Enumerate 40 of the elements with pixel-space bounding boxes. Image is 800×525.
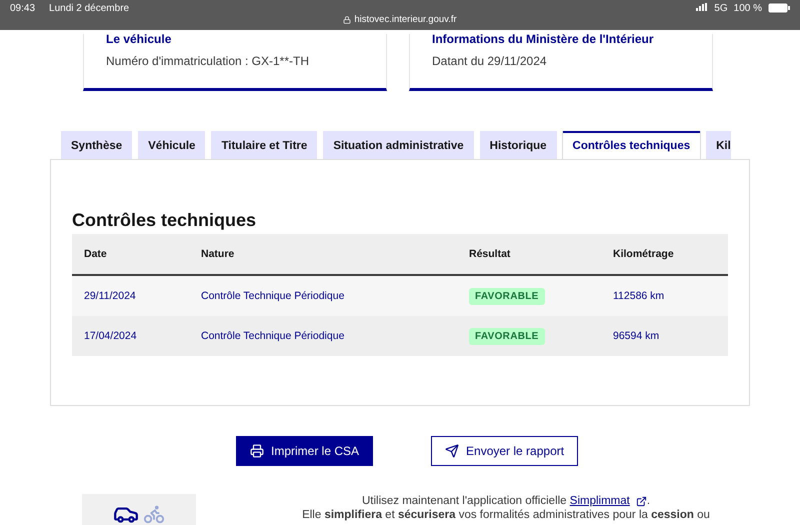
- date-text: Lundi 2 décembre: [49, 3, 130, 16]
- result-badge: FAVORABLE: [469, 328, 545, 344]
- app-link[interactable]: Simplimmat: [570, 494, 647, 508]
- send-icon: [445, 444, 460, 458]
- tab[interactable]: Contrôles techniques: [562, 131, 700, 159]
- tab[interactable]: Titulaire et Titre: [211, 131, 318, 159]
- column-header: Kilométrage: [613, 248, 675, 260]
- tab[interactable]: Historique: [480, 131, 557, 159]
- date-cell-text: 29/11/2024: [84, 290, 137, 302]
- external-link-icon: [636, 496, 647, 506]
- nature-cell-text: Contrôle Technique Périodique: [201, 290, 346, 302]
- lock-icon: [343, 16, 352, 24]
- result-badge: FAVORABLE: [469, 288, 545, 304]
- section-title: Contrôles techniques: [72, 210, 258, 231]
- card-text: Datant du 29/11/2024: [432, 54, 548, 68]
- tab[interactable]: Kil: [706, 131, 731, 159]
- tab[interactable]: Synthèse: [61, 131, 132, 159]
- mileage-cell-text: 96594 km: [613, 330, 660, 342]
- network-label: 5G: [714, 3, 728, 14]
- nature-cell-text: Contrôle Technique Périodique: [201, 330, 346, 342]
- date-cell-text: 17/04/2024: [84, 330, 138, 342]
- column-header: Date: [84, 248, 108, 260]
- card-text: Numéro d'immatriculation : GX-1**-TH: [106, 54, 310, 68]
- battery-percent: 100 %: [734, 3, 762, 14]
- card-title: Informations du Ministère de l'Intérieur: [432, 32, 655, 46]
- card-title: Le véhicule: [106, 32, 172, 46]
- tab[interactable]: Véhicule: [138, 131, 206, 159]
- battery-icon: [768, 3, 790, 13]
- print-button[interactable]: Imprimer le CSA: [236, 436, 374, 466]
- printer-icon: [250, 444, 264, 458]
- promo-text: Utilisez maintenant l'application officielle Simplimmat .: [360, 494, 652, 508]
- signal-icon: [696, 3, 708, 11]
- mileage-cell-text: 112586 km: [613, 290, 666, 302]
- tab[interactable]: Situation administrative: [323, 131, 474, 159]
- clock-time: 09:43: [10, 3, 36, 16]
- send-button[interactable]: Envoyer le rapport: [431, 436, 578, 466]
- promo-description: Elle simplifiera et sécurisera vos formalités administratives pour la cession ou: [301, 508, 711, 522]
- column-header: Résultat: [469, 248, 512, 260]
- column-header: Nature: [201, 248, 236, 260]
- url-text[interactable]: histovec.interieur.gouv.fr: [354, 14, 457, 25]
